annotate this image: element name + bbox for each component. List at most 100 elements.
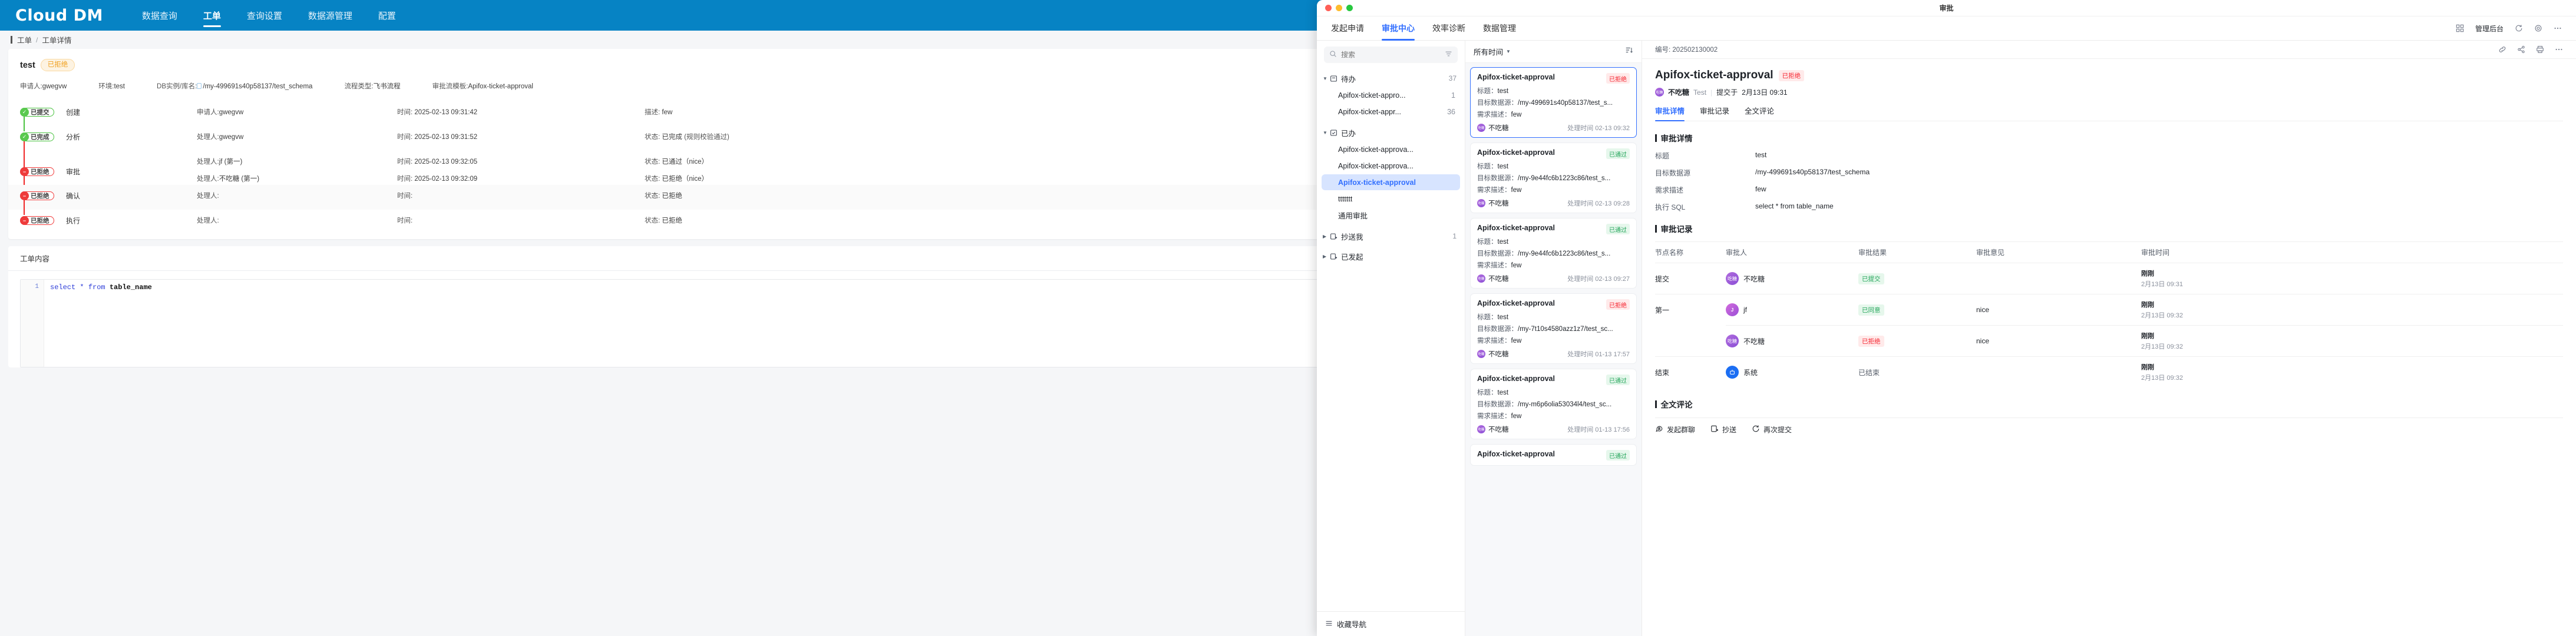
breadcrumb-separator: / xyxy=(36,35,38,44)
detail-kv-row: 执行 SQL select * from table_name xyxy=(1655,202,2563,212)
card-user: 不吃糖 xyxy=(1488,351,1509,358)
nav-item-data-query[interactable]: 数据查询 xyxy=(129,0,190,31)
more-options-icon[interactable] xyxy=(2554,45,2563,54)
tree-group-label: 已办 xyxy=(1341,129,1356,138)
group-chat-label: 发起群聊 xyxy=(1667,426,1696,434)
timeline-time: 时间: 2025-02-13 09:31:42 xyxy=(397,101,645,117)
cc-button[interactable]: 抄送 xyxy=(1710,425,1736,435)
tree-leaf-general-approval[interactable]: 通用审批 xyxy=(1322,207,1460,223)
list-item[interactable]: Apifox-ticket-approval 已通过 xyxy=(1470,444,1637,466)
list-item[interactable]: Apifox-ticket-approval 已拒绝 标题：test 目标数据源… xyxy=(1470,293,1637,364)
sort-icon[interactable] xyxy=(1625,46,1633,57)
comment-actions: 发起群聊 抄送 再次提交 xyxy=(1655,418,2563,435)
list-item[interactable]: Apifox-ticket-approval 已拒绝 标题：test 目标数据源… xyxy=(1470,67,1637,138)
approval-card-list[interactable]: Apifox-ticket-approval 已拒绝 标题：test 目标数据源… xyxy=(1465,63,1642,636)
timeline-status-node: ✓ 已完成 xyxy=(20,132,54,141)
nav-item-config[interactable]: 配置 xyxy=(365,0,409,31)
tree-leaf-apifox-todo-2[interactable]: Apifox-ticket-appr... 36 xyxy=(1322,104,1460,120)
tab-data-management[interactable]: 数据管理 xyxy=(1483,16,1516,41)
time-relative: 刚刚 xyxy=(2141,364,2154,371)
col-header-result: 审批结果 xyxy=(1858,241,1976,263)
list-item[interactable]: Apifox-ticket-approval 已通过 标题：test 目标数据源… xyxy=(1470,143,1637,213)
breadcrumb-root[interactable]: 工单 xyxy=(17,34,32,45)
tab-approval-detail[interactable]: 审批详情 xyxy=(1655,105,1685,121)
search-input[interactable] xyxy=(1341,51,1429,59)
approver-wrap: 吃糖 不吃糖 xyxy=(1726,334,1858,347)
search-input-wrap[interactable] xyxy=(1324,47,1458,63)
tree-group-initiated[interactable]: ▶ 已发起 xyxy=(1317,248,1465,264)
filter-icon[interactable] xyxy=(1445,50,1452,59)
avatar: 吃糖 xyxy=(1477,274,1485,283)
card-title-key: 标题： xyxy=(1477,314,1498,321)
settings-gear-icon[interactable] xyxy=(2534,24,2542,33)
card-title-value: test xyxy=(1497,88,1509,95)
timeline-node-wrap: ✓ 已完成 xyxy=(20,131,58,171)
resubmit-button[interactable]: 再次提交 xyxy=(1752,425,1792,435)
tab-start-request[interactable]: 发起申请 xyxy=(1331,16,1364,41)
list-toolbar: 所有时间 ▼ xyxy=(1465,41,1642,63)
card-desc-key: 需求描述： xyxy=(1477,262,1511,269)
sql-keyword-from: from xyxy=(88,283,105,292)
detail-value: few xyxy=(1755,185,1766,193)
nav-item-query-settings[interactable]: 查询设置 xyxy=(234,0,295,31)
status-badge: 已通过 xyxy=(1606,224,1630,234)
print-icon[interactable] xyxy=(2535,45,2544,54)
link-icon[interactable] xyxy=(2498,45,2506,54)
approval-list-panel: 所有时间 ▼ Apifox-ticket-approval 已拒绝 标题：tes… xyxy=(1465,41,1642,636)
admin-console-label[interactable]: 管理后台 xyxy=(2475,24,2504,34)
refresh-icon[interactable] xyxy=(2514,24,2523,33)
timeline-state-label: 状态: xyxy=(645,193,660,200)
card-row-datasource: 目标数据源：/my-m6p6olia53034l4/test_sc... xyxy=(1477,399,1630,409)
tree-leaf-label: Apifox-ticket-approva... xyxy=(1338,145,1414,154)
card-time-label: 处理时间 xyxy=(1567,276,1594,283)
card-footer: 吃糖 不吃糖 处理时间 01-13 17:56 xyxy=(1477,425,1630,434)
tree-leaf-apifox-todo-1[interactable]: Apifox-ticket-appro... 1 xyxy=(1322,87,1460,103)
timeline-handler: 处理人: xyxy=(197,210,397,225)
card-row-title: 标题：test xyxy=(1477,312,1630,322)
timeline-step-left: − 已拒绝 审批 xyxy=(20,151,197,198)
more-options-icon[interactable] xyxy=(2553,24,2562,33)
timeline-step-name: 执行 xyxy=(66,216,81,225)
admin-console-button[interactable] xyxy=(2456,24,2465,33)
ticket-status-badge: 已拒绝 xyxy=(40,59,75,71)
approver-name: jf xyxy=(1743,306,1747,314)
tree-group-label: 抄送我 xyxy=(1341,233,1363,241)
nav-item-tickets[interactable]: 工单 xyxy=(190,0,234,31)
cell-comment: nice xyxy=(1976,325,2141,357)
list-item[interactable]: Apifox-ticket-approval 已通过 标题：test 目标数据源… xyxy=(1470,218,1637,289)
timeline-status-label: 已拒绝 xyxy=(31,193,49,200)
tree-group-todo[interactable]: ▼ 待办 37 xyxy=(1317,70,1465,87)
share-icon[interactable] xyxy=(2516,45,2525,54)
nav-item-datasource-manage[interactable]: 数据源管理 xyxy=(295,0,365,31)
tab-full-comments[interactable]: 全文评论 xyxy=(1745,105,1774,121)
timeline-step-name: 分析 xyxy=(66,132,81,141)
tree-leaf-apifox-done-2[interactable]: Apifox-ticket-approva... xyxy=(1322,158,1460,174)
table-row: 第一 J jf 已同意 nice 刚刚 2月13日 09:32 xyxy=(1655,294,2563,326)
meta-flow-type-value: 飞书流程 xyxy=(373,83,401,90)
favorites-nav-item[interactable]: 收藏导航 xyxy=(1317,611,1465,636)
tree-leaf-ttttttt[interactable]: ttttttt xyxy=(1322,191,1460,207)
time-filter-select[interactable]: 所有时间 ▼ xyxy=(1474,46,1511,57)
timeline-time: 时间: 2025-02-13 09:32:05 时间: 2025-02-13 0… xyxy=(397,151,645,183)
detail-key: 目标数据源 xyxy=(1655,169,1691,177)
tree-leaf-apifox-ticket-approval[interactable]: Apifox-ticket-approval xyxy=(1322,174,1460,190)
tab-approval-records[interactable]: 审批记录 xyxy=(1700,105,1729,121)
tree-group-done[interactable]: ▼ 已办 xyxy=(1317,124,1465,141)
list-item[interactable]: Apifox-ticket-approval 已通过 标题：test 目标数据源… xyxy=(1470,369,1637,439)
tab-efficiency-diagnosis[interactable]: 效率诊断 xyxy=(1432,16,1465,41)
card-ds-key: 目标数据源： xyxy=(1477,326,1518,333)
card-time-label: 处理时间 xyxy=(1567,351,1594,358)
tree-leaf-apifox-done-1[interactable]: Apifox-ticket-approva... xyxy=(1322,141,1460,157)
timeline-time: 时间: xyxy=(397,185,645,200)
inbox-todo-icon xyxy=(1329,75,1338,82)
group-chat-icon xyxy=(1655,425,1663,435)
timeline-time2-label: 时间: xyxy=(397,175,413,183)
group-chat-button[interactable]: 发起群聊 xyxy=(1655,425,1695,435)
card-title-value: test xyxy=(1497,238,1509,246)
time-relative: 刚刚 xyxy=(2141,270,2154,277)
tree-group-cc-me[interactable]: ▶ 抄送我 1 xyxy=(1317,228,1465,244)
card-time: 处理时间 02-13 09:28 xyxy=(1567,198,1630,208)
cell-node: 第一 xyxy=(1655,294,1726,326)
card-user: 不吃糖 xyxy=(1488,200,1509,207)
tab-approval-center[interactable]: 审批中心 xyxy=(1382,16,1415,41)
